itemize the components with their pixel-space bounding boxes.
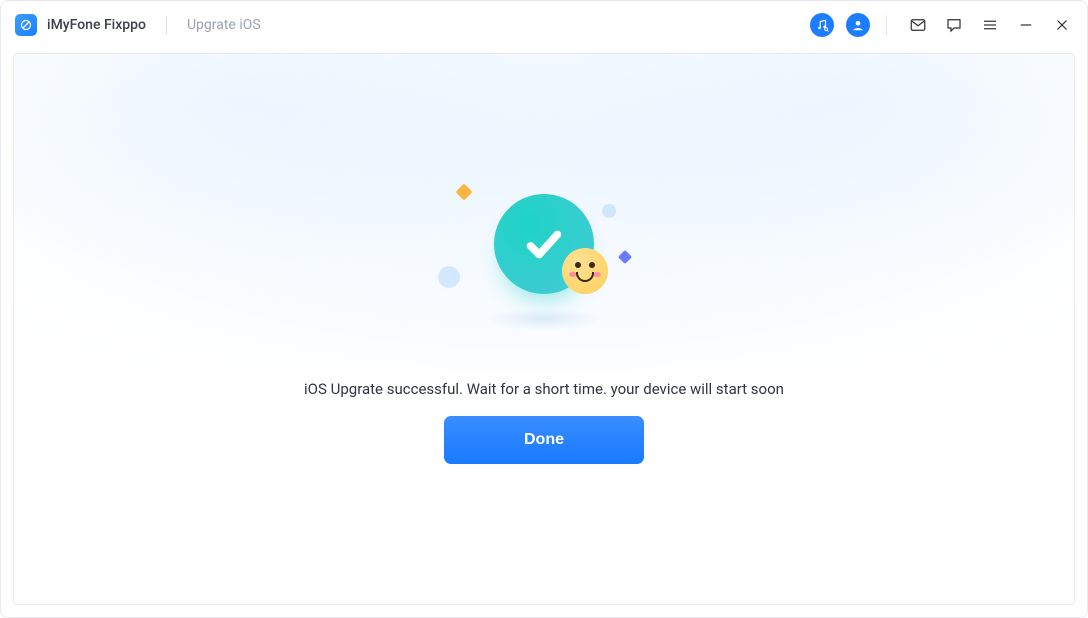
- mail-icon[interactable]: [909, 16, 927, 34]
- app-window: iMyFone Fixppo Upgrate iOS: [0, 0, 1088, 618]
- smiley-icon: [562, 248, 608, 294]
- close-icon[interactable]: [1053, 16, 1071, 34]
- music-search-icon[interactable]: [810, 13, 834, 37]
- titlebar: iMyFone Fixppo Upgrate iOS: [1, 1, 1087, 49]
- content-panel: iOS Upgrate successful. Wait for a short…: [13, 53, 1075, 605]
- decorative-dot: [438, 266, 460, 288]
- decorative-dot: [602, 204, 616, 218]
- titlebar-blue-icons: [810, 13, 870, 37]
- sparkle-icon: [618, 250, 632, 264]
- success-illustration: [444, 186, 644, 336]
- titlebar-divider: [166, 16, 167, 34]
- shadow-puff: [484, 308, 604, 330]
- app-logo-icon: [15, 14, 37, 36]
- titlebar-right-controls: [909, 16, 1071, 34]
- minimize-icon[interactable]: [1017, 16, 1035, 34]
- done-button[interactable]: Done: [444, 416, 644, 464]
- status-message: iOS Upgrate successful. Wait for a short…: [214, 372, 874, 406]
- breadcrumb: Upgrate iOS: [187, 17, 261, 33]
- hamburger-icon[interactable]: [981, 16, 999, 34]
- sparkle-icon: [456, 184, 473, 201]
- speech-bubble-icon[interactable]: [945, 16, 963, 34]
- titlebar-divider-2: [886, 15, 887, 35]
- user-icon[interactable]: [846, 13, 870, 37]
- app-title: iMyFone Fixppo: [47, 17, 146, 33]
